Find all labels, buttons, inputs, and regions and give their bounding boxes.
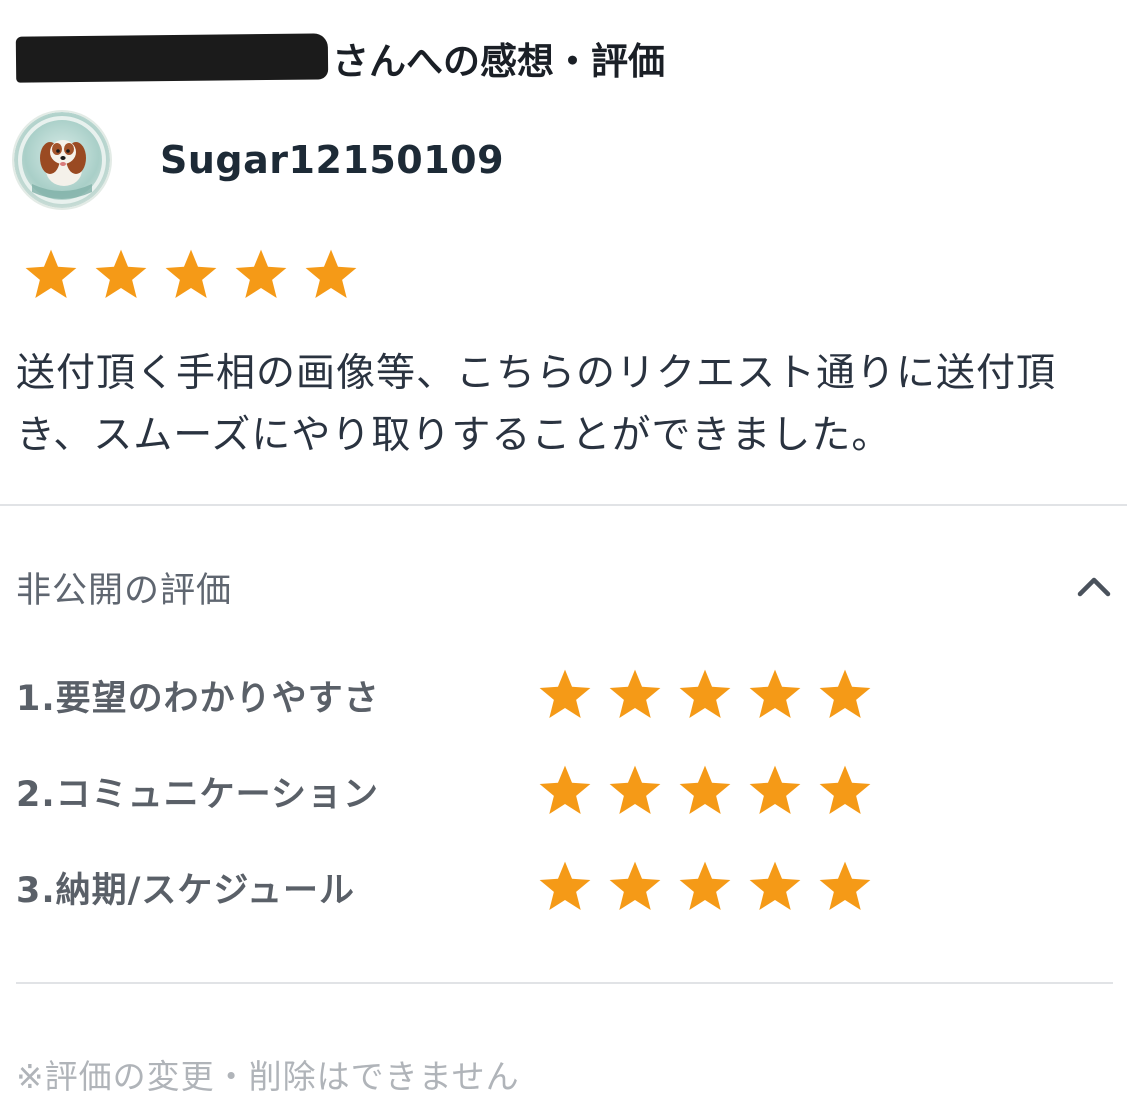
star-icon: [749, 669, 801, 718]
avatar[interactable]: [14, 112, 110, 208]
star-icon: [819, 669, 871, 718]
review-heading: さんへの感想・評価: [15, 28, 665, 88]
reviewer-name[interactable]: Sugar12150109: [160, 138, 504, 182]
rating-label: 2.コミュニケーション: [16, 774, 379, 815]
redacted-username: [15, 33, 329, 83]
rating-stars: [536, 762, 874, 820]
star-icon: [609, 861, 661, 910]
private-rating-row: 3.納期/スケジュール: [16, 858, 874, 916]
star-icon: [305, 249, 357, 298]
private-rating-row: 1.要望のわかりやすさ: [16, 666, 874, 724]
divider: [0, 504, 1127, 506]
star-icon: [679, 765, 731, 814]
rating-stars: [536, 666, 874, 724]
private-ratings-title: 非公開の評価: [16, 571, 233, 611]
chevron-up-icon: [1077, 577, 1111, 597]
star-icon: [819, 765, 871, 814]
star-icon: [165, 249, 217, 298]
reviewer-info: Sugar12150109: [14, 112, 504, 208]
star-icon: [539, 861, 591, 910]
collapse-button[interactable]: [1072, 566, 1116, 606]
star-icon: [539, 669, 591, 718]
star-icon: [749, 765, 801, 814]
heading-title: さんへの感想・評価: [332, 40, 665, 83]
dog-avatar-image: [14, 112, 110, 208]
star-icon: [609, 765, 661, 814]
star-icon: [95, 249, 147, 298]
rating-stars: [536, 858, 874, 916]
star-icon: [235, 249, 287, 298]
rating-label: 3.納期/スケジュール: [16, 870, 355, 911]
star-icon: [609, 669, 661, 718]
overall-rating-stars: [22, 246, 360, 304]
star-icon: [679, 861, 731, 910]
star-icon: [25, 249, 77, 298]
footnote: ※評価の変更・削除はできません: [16, 1057, 520, 1096]
star-icon: [819, 861, 871, 910]
star-icon: [749, 861, 801, 910]
rating-label: 1.要望のわかりやすさ: [16, 678, 380, 719]
review-comment: 送付頂く手相の画像等、こちらのリクエスト通りに送付頂き、スムーズにやり取りするこ…: [16, 351, 1057, 458]
private-rating-row: 2.コミュニケーション: [16, 762, 874, 820]
divider: [16, 982, 1113, 984]
star-icon: [539, 765, 591, 814]
star-icon: [679, 669, 731, 718]
